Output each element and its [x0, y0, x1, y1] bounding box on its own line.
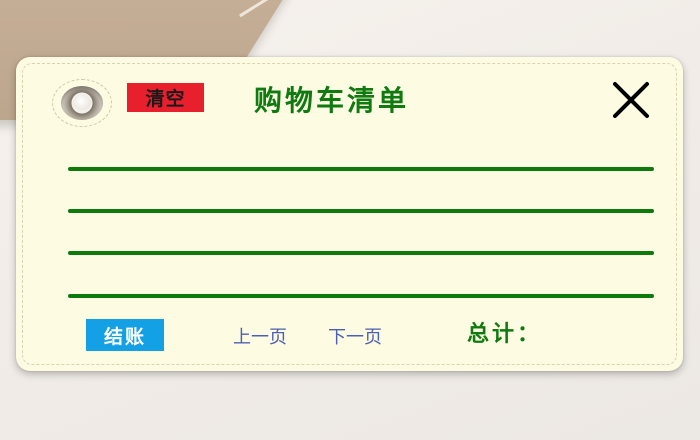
- prev-page-link[interactable]: 上一页: [233, 323, 287, 349]
- list-item[interactable]: [68, 209, 654, 213]
- page-title: 购物车清单: [254, 84, 410, 117]
- grommet-hole: [52, 79, 112, 127]
- checkout-button[interactable]: 结账: [86, 319, 164, 351]
- grommet-ring-icon: [61, 86, 103, 120]
- shopping-cart-card: 清空 购物车清单 结账 上一页 下一页 总计：: [16, 57, 683, 371]
- clear-button[interactable]: 清空: [127, 83, 204, 112]
- close-icon: [613, 82, 649, 118]
- list-item[interactable]: [68, 294, 654, 298]
- close-button[interactable]: [612, 81, 650, 119]
- list-item[interactable]: [68, 251, 654, 255]
- list-item[interactable]: [68, 167, 654, 171]
- next-page-link[interactable]: 下一页: [328, 323, 382, 349]
- total-label: 总计：: [467, 321, 543, 347]
